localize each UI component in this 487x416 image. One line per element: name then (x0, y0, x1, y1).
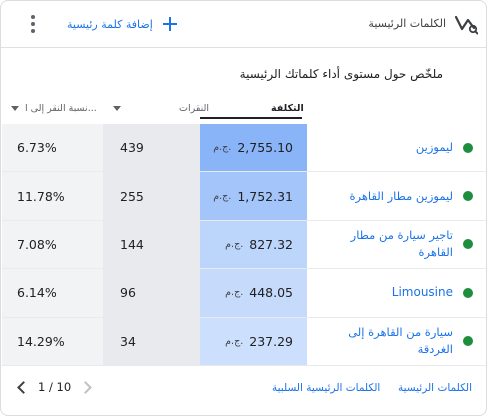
card-header: إضافة كلمة رئيسية الكلمات الرئيسية (1, 1, 486, 48)
column-cost[interactable]: التكلفة (271, 100, 304, 116)
cost-cell: ج.م. 1,752.31 (200, 172, 307, 220)
conv-rate-cell: 6.73% (2, 124, 103, 172)
keyword-link[interactable]: ليموزين مطار القاهرة (350, 188, 454, 205)
conv-rate-cell: 14.29% (2, 317, 103, 365)
card-title: الكلمات الرئيسية (368, 17, 446, 30)
table-row: 6.14% 96 ج.م. 448.05 Limousine (2, 269, 486, 318)
currency-unit: ج.م. (225, 287, 244, 299)
keywords-link[interactable]: الكلمات الرئيسية (398, 382, 472, 394)
table-row: 6.73% 439 ج.م. 2,755.10 ليموزين (2, 124, 486, 173)
table-row: 7.08% 144 ج.م. 827.32 تاجير سيارة من مطا… (2, 220, 486, 270)
clicks-cell: 34 (103, 317, 200, 365)
card-footer: 1 / 10 الكلمات الرئيسية السلبية الكلمات … (1, 368, 486, 413)
cost-value: 2,755.10 (237, 140, 293, 156)
keyword-cell: ليموزين مطار القاهرة (307, 172, 486, 219)
performance-subtitle: ملخّص حول مستوى أداء كلماتك الرئيسية (239, 67, 443, 81)
status-enabled-icon (463, 191, 473, 202)
currency-unit: ج.م. (213, 142, 232, 154)
column-clicks[interactable]: النقرات (113, 100, 209, 116)
cost-cell: ج.م. 448.05 (200, 269, 307, 317)
cost-value: 1,752.31 (237, 188, 293, 204)
add-keyword-button[interactable]: إضافة كلمة رئيسية (67, 12, 177, 36)
chevron-left-icon[interactable] (17, 380, 30, 394)
keyword-cell: سيارة من القاهرة إلى الغردقة (307, 318, 486, 365)
clicks-cell: 96 (103, 269, 200, 317)
cost-value: 237.29 (249, 333, 293, 349)
column-conv-rate-label: نسبة النقر إلى ا... (25, 102, 97, 114)
cost-cell: ج.م. 827.32 (200, 220, 307, 269)
clicks-cell: 144 (103, 220, 200, 269)
more-options-button[interactable] (23, 12, 43, 36)
currency-unit: ج.م. (225, 335, 244, 347)
sort-caret-icon (11, 105, 19, 111)
sort-caret-icon (113, 105, 121, 111)
table-row: 14.29% 34 ج.م. 237.29 سيارة من القاهرة إ… (2, 317, 486, 366)
status-enabled-icon (463, 142, 473, 153)
status-enabled-icon (463, 336, 473, 347)
keyword-link[interactable]: Limousine (392, 284, 453, 301)
clicks-cell: 439 (103, 124, 200, 172)
column-cost-label: التكلفة (271, 102, 304, 114)
chevron-right-icon[interactable] (79, 380, 93, 394)
column-conv-rate[interactable]: نسبة النقر إلى ا... (11, 100, 97, 116)
keyword-cell: Limousine (307, 269, 486, 316)
keyword-link[interactable]: ليموزين (416, 139, 453, 156)
add-keyword-label: إضافة كلمة رئيسية (67, 17, 153, 31)
cost-cell: ج.م. 237.29 (200, 317, 307, 365)
negative-keywords-link[interactable]: الكلمات الرئيسية السلبية (272, 382, 380, 394)
cost-value: 827.32 (249, 236, 293, 252)
status-enabled-icon (463, 239, 473, 250)
keyword-link[interactable]: تاجير سيارة من مطار القاهرة (333, 227, 453, 261)
keywords-card: إضافة كلمة رئيسية الكلمات الرئيسية ملخّص… (0, 0, 487, 416)
table-row: 11.78% 255 ج.م. 1,752.31 ليموزين مطار ال… (2, 172, 486, 221)
pagination: 1 / 10 (17, 380, 93, 394)
keywords-table: 6.73% 439 ج.م. 2,755.10 ليموزين 11.78% 2… (2, 124, 486, 366)
more-vert-icon (31, 15, 35, 19)
currency-unit: ج.م. (225, 238, 244, 250)
page-indicator: 1 / 10 (38, 380, 72, 394)
plus-icon (162, 17, 177, 31)
keyword-cell: ليموزين (307, 124, 486, 171)
conv-rate-cell: 6.14% (2, 269, 103, 317)
conv-rate-cell: 7.08% (2, 220, 103, 269)
column-clicks-label: النقرات (179, 102, 210, 114)
cost-cell: ج.م. 2,755.10 (200, 124, 307, 172)
conv-rate-cell: 11.78% (2, 172, 103, 220)
currency-unit: ج.م. (213, 190, 232, 202)
keyword-link[interactable]: سيارة من القاهرة إلى الغردقة (333, 324, 453, 358)
keyword-cell: تاجير سيارة من مطار القاهرة (307, 221, 486, 268)
status-enabled-icon (463, 287, 473, 298)
cost-value: 448.05 (249, 285, 293, 301)
active-sort-indicator (200, 117, 302, 119)
clicks-cell: 255 (103, 172, 200, 220)
keywords-icon (454, 15, 478, 35)
